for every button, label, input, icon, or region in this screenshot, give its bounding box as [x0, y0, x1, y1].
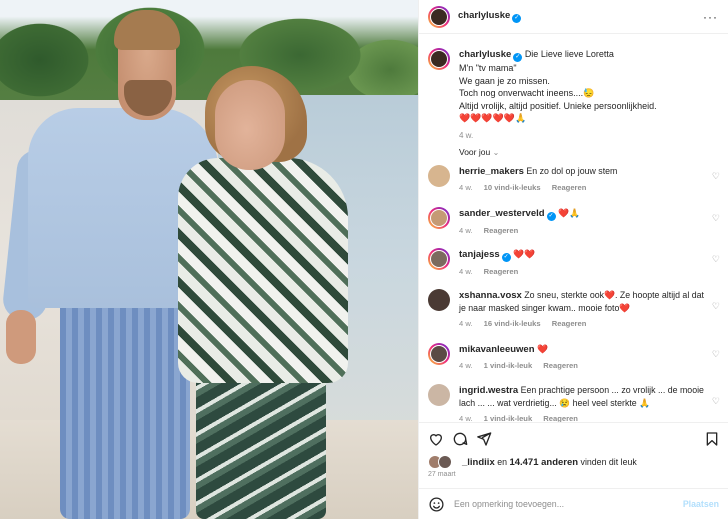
comment-bubble-icon[interactable] [452, 431, 468, 447]
verified-badge-icon: ✓ [513, 53, 523, 62]
caption-line: Die Lieve lieve Loretta [524, 49, 614, 59]
verified-badge-icon: ✓ [546, 212, 556, 221]
like-comment-heart-icon[interactable]: ♡ [712, 213, 720, 224]
verified-badge-icon: ✓ [501, 253, 511, 262]
likes-connector: en [497, 457, 507, 467]
post-caption: charlyluske ✓ Die Lieve lieve Loretta M'n… [428, 48, 718, 142]
likes-count[interactable]: 14.471 anderen [509, 457, 578, 468]
reply-button[interactable]: Reageren [543, 361, 578, 370]
comment-username[interactable]: mikavanleeuwen [459, 344, 535, 355]
comment-likes[interactable]: 1 vind-ik-leuk [484, 361, 533, 370]
comment-text: En zo dol op jouw stem [526, 166, 618, 176]
like-heart-icon[interactable] [428, 431, 444, 447]
save-bookmark-icon[interactable] [704, 431, 720, 447]
comment-likes[interactable]: 10 vind-ik-leuks [484, 183, 541, 192]
man-plaid-trousers [60, 285, 190, 519]
comment-username[interactable]: herrie_makers [459, 166, 524, 177]
comment-age: 4 w. [459, 267, 473, 276]
comment-age: 4 w. [459, 361, 473, 370]
more-options-icon[interactable]: ··· [703, 10, 718, 24]
liker-avatars [428, 455, 458, 469]
comment-item: ingrid.westra Een prachtige persoon ... … [428, 384, 728, 425]
reply-button[interactable]: Reageren [552, 319, 587, 328]
caption-line: Toch nog onverwacht ineens.... [459, 88, 584, 98]
likes-suffix: vinden dit leuk [580, 457, 637, 467]
caption-line: M'n "tv mama" [459, 63, 517, 73]
comment-input[interactable] [454, 499, 674, 509]
caption-avatar[interactable] [428, 48, 450, 70]
commenter-avatar[interactable] [428, 384, 450, 406]
folded-hands-icon: 🙏 [515, 113, 527, 123]
commenter-avatar[interactable] [428, 248, 450, 270]
like-comment-heart-icon[interactable]: ♡ [712, 254, 720, 265]
like-comment-heart-icon[interactable]: ♡ [712, 301, 720, 312]
commenter-avatar[interactable] [428, 289, 450, 311]
comment-text: ❤️🙏 [558, 208, 580, 218]
verified-badge-icon: ✓ [512, 14, 522, 23]
reply-button[interactable]: Reageren [484, 267, 519, 276]
share-send-icon[interactable] [476, 431, 492, 447]
comment-sort-dropdown[interactable]: Voor jou ⌄ [459, 147, 499, 157]
sad-emoji-icon: 😓 [583, 88, 595, 98]
comment-text: ❤️ [536, 344, 548, 354]
comment-likes[interactable]: 16 vind-ik-leuks [484, 319, 541, 328]
chevron-down-icon: ⌄ [492, 148, 500, 157]
comment-username[interactable]: xshanna.vosx [459, 290, 522, 301]
caption-age: 4 w. [459, 130, 474, 140]
add-comment-bar: Plaatsen [419, 488, 728, 519]
author-username[interactable]: charlyluske ✓ [458, 10, 522, 23]
comment-item: tanjajess ✓ ❤️❤️ 4 w. Reageren ♡ [428, 248, 728, 278]
comment-username[interactable]: ingrid.westra [459, 385, 518, 396]
commenter-avatar[interactable] [428, 207, 450, 229]
comment-item: mikavanleeuwen ❤️ 4 w. 1 vind-ik-leuk Re… [428, 343, 728, 372]
comment-item: sander_westerveld ✓ ❤️🙏 4 w. Reageren ♡ [428, 207, 728, 237]
comment-age: 4 w. [459, 183, 473, 192]
post-comment-button[interactable]: Plaatsen [683, 499, 719, 509]
man-hand [6, 310, 36, 364]
comment-username[interactable]: tanjajess [459, 249, 500, 260]
post-side-panel: charlyluske ✓ ··· charlyluske ✓ Die Lieve … [418, 0, 728, 519]
liker-username[interactable]: _lindiix [462, 457, 495, 468]
red-hearts-icon: ❤️❤️❤️❤️❤️ [459, 113, 516, 123]
commenter-avatar[interactable] [428, 165, 450, 187]
woman-patterned-trousers [196, 370, 326, 519]
caption-line: We gaan je zo missen. [459, 75, 550, 86]
reply-button[interactable]: Reageren [552, 183, 587, 192]
like-comment-heart-icon[interactable]: ♡ [712, 349, 720, 360]
like-comment-heart-icon[interactable]: ♡ [712, 171, 720, 182]
comment-text: ❤️❤️ [513, 249, 536, 259]
action-bar [419, 422, 728, 452]
woman-leaf-print-blouse [178, 158, 348, 383]
comment-age: 4 w. [459, 319, 473, 328]
comment-item: xshanna.vosx Zo sneu, sterkte ook❤️. Ze … [428, 289, 728, 330]
reply-button[interactable]: Reageren [484, 226, 519, 235]
author-avatar[interactable] [428, 5, 450, 28]
comment-username[interactable]: sander_westerveld [459, 208, 545, 219]
woman-face [215, 80, 285, 170]
post-photo[interactable] [0, 0, 418, 519]
comment-item: herrie_makers En zo dol op jouw stem 4 w… [428, 165, 728, 194]
commenter-avatar[interactable] [428, 343, 450, 365]
instagram-post: charlyluske ✓ ··· charlyluske ✓ Die Lieve … [0, 0, 728, 519]
post-date: 27 maart [428, 471, 456, 478]
like-comment-heart-icon[interactable]: ♡ [712, 396, 720, 407]
caption-line: Altijd vrolijk, altijd positief. Unieke … [459, 100, 657, 111]
caption-username[interactable]: charlyluske [459, 49, 511, 60]
emoji-smile-icon[interactable] [428, 496, 445, 513]
comment-age: 4 w. [459, 226, 473, 235]
post-header: charlyluske ✓ ··· [419, 0, 728, 34]
likes-summary[interactable]: _lindiix en 14.471 anderen vinden dit le… [428, 455, 637, 469]
